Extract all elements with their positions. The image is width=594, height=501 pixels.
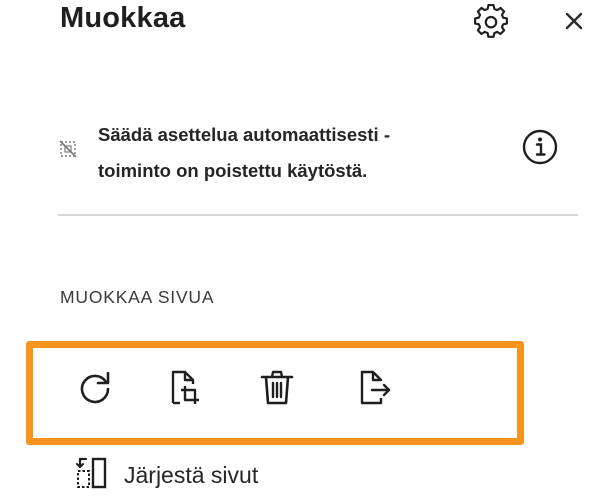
rotate-icon[interactable] [73, 365, 117, 409]
organize-pages-button[interactable]: Järjestä sivut [74, 455, 258, 495]
notice-line-2: toiminto on poistettu käytöstä. [98, 160, 368, 181]
gear-icon[interactable] [473, 3, 509, 39]
crop-page-icon[interactable] [161, 365, 205, 409]
auto-layout-notice: Säädä asettelua automaattisesti - toimin… [98, 117, 498, 189]
edit-page-toolbar [26, 341, 524, 445]
panel-title: Muokkaa [60, 2, 186, 34]
close-icon[interactable] [562, 9, 586, 33]
section-heading-edit-page: MUOKKAA SIVUA [60, 287, 215, 307]
delete-icon[interactable] [255, 365, 299, 409]
organize-pages-label: Järjestä sivut [124, 461, 259, 488]
info-icon[interactable] [521, 128, 559, 166]
auto-layout-disabled-icon [58, 139, 78, 159]
extract-page-icon[interactable] [351, 365, 395, 409]
organize-pages-icon [74, 455, 110, 496]
divider [58, 214, 578, 216]
notice-line-1: Säädä asettelua automaattisesti - [98, 124, 390, 145]
